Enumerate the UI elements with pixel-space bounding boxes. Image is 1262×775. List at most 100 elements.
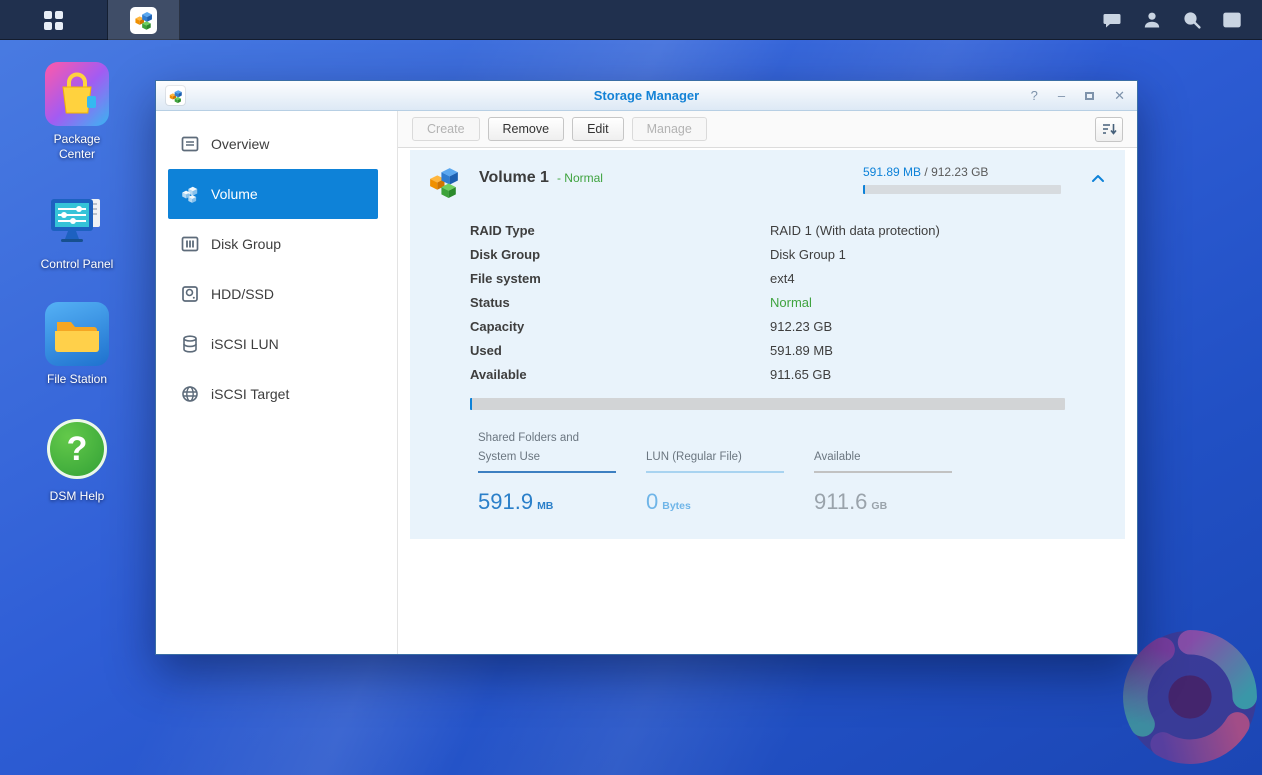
remove-button[interactable]: Remove [488,117,565,141]
disk-group-icon [180,234,200,254]
window-controls: ? – ✕ [1029,87,1127,104]
desktop-icon-control-panel[interactable]: Control Panel [35,187,119,272]
sidebar-item-label: iSCSI LUN [211,336,279,352]
close-button[interactable]: ✕ [1112,87,1127,104]
hdd-icon [180,284,200,304]
sidebar-item-volume[interactable]: Volume [168,169,378,219]
sidebar: Overview Volume Disk Group [156,111,398,654]
detail-row: Capacity 912.23 GB [470,314,1125,338]
chevron-up-icon [1091,173,1105,183]
minimize-button[interactable]: – [1056,87,1067,104]
taskbar-storage-manager-button[interactable] [108,0,180,40]
desktop: Package Center Control Panel [0,0,1262,775]
search-icon [1182,10,1202,30]
volume-icon [426,163,463,200]
taskbar [0,0,1262,40]
desktop-icon-label: Control Panel [35,257,119,272]
detail-label: File system [470,271,770,286]
question-mark-glyph: ? [67,430,88,469]
desktop-icon-dsm-help[interactable]: ? DSM Help [35,417,119,504]
collapse-panel-button[interactable] [1089,169,1107,188]
user-button[interactable] [1132,0,1172,40]
detail-label: Used [470,343,770,358]
volume-panel-header: Volume 1 - Normal 591.89 MB / 912.23 GB [410,150,1125,204]
window-titlebar[interactable]: Storage Manager ? – ✕ [156,81,1137,111]
window-body: Overview Volume Disk Group [156,111,1137,654]
sidebar-item-iscsi-lun[interactable]: iSCSI LUN [168,319,378,369]
control-panel-icon [45,187,109,251]
stat-value: 0 [646,489,658,515]
widgets-button[interactable] [1212,0,1252,40]
volume-usage-summary: 591.89 MB / 912.23 GB [863,165,1061,194]
desktop-icon-package-center[interactable]: Package Center [35,62,119,162]
detail-row: File system ext4 [470,266,1125,290]
taskbar-right [1092,0,1262,39]
stat-lun: LUN (Regular File) 0 Bytes [646,430,784,515]
detail-row: Available 911.65 GB [470,362,1125,386]
detail-value: 912.23 GB [770,319,832,334]
volume-panel: Volume 1 - Normal 591.89 MB / 912.23 GB [410,150,1125,539]
edit-button[interactable]: Edit [572,117,624,141]
usage-used: 591.89 MB [863,165,921,179]
sidebar-item-hdd-ssd[interactable]: HDD/SSD [168,269,378,319]
iscsi-target-icon [180,384,200,404]
notifications-icon [1102,10,1122,30]
detail-label: Capacity [470,319,770,334]
main-menu-button[interactable] [0,0,108,40]
detail-value-status: Normal [770,295,812,310]
search-button[interactable] [1172,0,1212,40]
stat-label-line2: System Use [478,448,616,466]
detail-value: RAID 1 (With data protection) [770,223,940,238]
sidebar-item-iscsi-target[interactable]: iSCSI Target [168,369,378,419]
stat-underline [646,471,784,473]
widgets-icon [1222,10,1242,30]
storage-manager-app-icon [130,7,157,34]
detail-value: 911.65 GB [770,367,831,382]
detail-row: Used 591.89 MB [470,338,1125,362]
apps-grid-icon [44,11,63,30]
package-center-icon [45,62,109,126]
sidebar-item-disk-group[interactable]: Disk Group [168,219,378,269]
detail-label: Status [470,295,770,310]
desktop-icon-label: File Station [35,372,119,387]
file-station-icon [45,302,109,366]
main-content: Create Remove Edit Manage [398,111,1137,654]
notifications-button[interactable] [1092,0,1132,40]
detail-label: Disk Group [470,247,770,262]
stat-unit: MB [537,500,553,512]
sidebar-item-overview[interactable]: Overview [168,119,378,169]
stat-unit: Bytes [662,500,691,512]
volume-name: Volume 1 [479,169,549,187]
stat-label-line2: LUN (Regular File) [646,448,784,466]
stat-label-line1: Shared Folders and [478,429,616,447]
desktop-icon-label: DSM Help [35,489,119,504]
sidebar-item-label: iSCSI Target [211,386,289,402]
sidebar-item-label: Disk Group [211,236,281,252]
create-button[interactable]: Create [412,117,480,141]
toolbar: Create Remove Edit Manage [398,111,1137,148]
stat-label-line2: Available [814,448,952,466]
overview-icon [180,134,200,154]
detail-value: ext4 [770,271,795,286]
sidebar-item-label: Overview [211,136,269,152]
detail-label: RAID Type [470,223,770,238]
stat-underline [478,471,616,473]
user-icon [1142,10,1162,30]
detail-value: Disk Group 1 [770,247,846,262]
detail-value: 591.89 MB [770,343,833,358]
storage-manager-window: Storage Manager ? – ✕ Overview [155,80,1138,655]
sort-button[interactable] [1095,117,1123,142]
desktop-icon-file-station[interactable]: File Station [35,302,119,387]
taskbar-left [0,0,180,39]
stat-shared-folders: Shared Folders and System Use 591.9 MB [478,430,616,515]
volume-details: RAID Type RAID 1 (With data protection) … [470,218,1125,386]
maximize-button[interactable] [1083,87,1096,104]
help-button[interactable]: ? [1029,87,1040,104]
stat-available: Available 911.6 GB [814,430,952,515]
volume-capacity-bar [470,398,1065,410]
stat-unit: GB [871,500,887,512]
window-title: Storage Manager [156,88,1137,103]
manage-button[interactable]: Manage [632,117,707,141]
desktop-swirl-logo [1118,622,1262,772]
volume-cubes-icon [180,184,200,204]
